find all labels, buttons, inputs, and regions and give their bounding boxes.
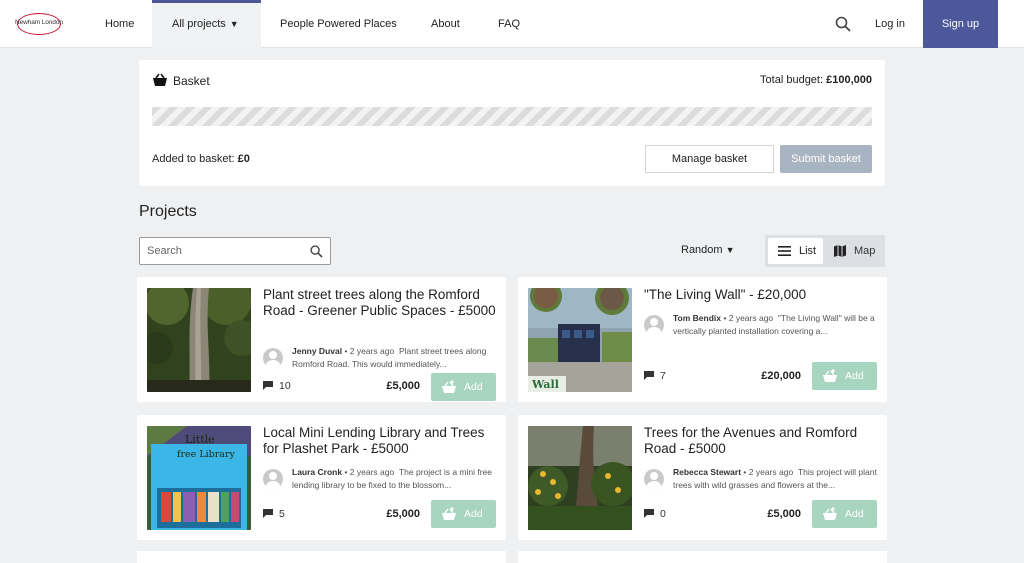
project-meta: Tom Bendix • 2 years ago "The Living Wal…	[673, 312, 881, 338]
search-icon[interactable]	[310, 245, 323, 258]
project-title[interactable]: "The Living Wall" - £20,000	[644, 287, 880, 303]
project-price: £20,000	[761, 370, 801, 382]
avatar	[644, 469, 664, 489]
submit-basket-button[interactable]: Submit basket	[780, 145, 872, 173]
add-basket-icon	[442, 507, 456, 520]
comment-icon	[263, 381, 273, 390]
avatar	[263, 348, 283, 368]
chevron-down-icon: ▼	[725, 245, 735, 255]
project-image	[147, 288, 251, 392]
basket-title: Basket	[173, 74, 210, 88]
project-title[interactable]: Plant street trees along the Romford Roa…	[263, 287, 499, 319]
newham-logo[interactable]: Newham London	[14, 11, 64, 37]
comment-count-value: 7	[660, 370, 666, 382]
project-meta: Laura Cronk • 2 years ago The project is…	[292, 466, 500, 492]
project-card-partial[interactable]	[518, 551, 887, 563]
comment-count: 0	[644, 508, 666, 520]
project-image	[528, 426, 632, 530]
map-icon	[834, 245, 846, 257]
add-label: Add	[464, 508, 483, 520]
project-title[interactable]: Local Mini Lending Library and Trees for…	[263, 425, 499, 457]
total-budget-label: Total budget:	[760, 74, 824, 86]
project-card-partial[interactable]	[137, 551, 506, 563]
add-basket-icon	[442, 380, 456, 393]
nav-all-projects-label: All projects	[172, 18, 226, 30]
comment-count-value: 5	[279, 508, 285, 520]
comment-icon	[644, 371, 654, 380]
image-library-text: free Library	[177, 449, 235, 460]
basket-icon	[153, 73, 167, 86]
added-label: Added to basket:	[152, 153, 235, 165]
view-map-label: Map	[854, 245, 876, 257]
nav-people-powered-places[interactable]: People Powered Places	[280, 0, 397, 48]
project-card[interactable]: Wall "The Living Wall" - £20,000 Tom Ben…	[518, 277, 887, 402]
sort-dropdown[interactable]: Random ▼	[681, 244, 735, 256]
search-input[interactable]	[147, 238, 297, 264]
basket-panel: Basket Total budget: £100,000 Added to b…	[139, 60, 885, 186]
added-value: £0	[237, 153, 250, 165]
project-meta: Jenny Duval • 2 years ago Plant street t…	[292, 345, 500, 371]
view-toggle: List Map	[765, 235, 885, 267]
comment-count: 5	[263, 508, 285, 520]
project-card[interactable]: Little free Library Local Mini Lending L…	[137, 415, 506, 540]
signup-button[interactable]: Sign up	[923, 0, 998, 48]
budget-progress-bar	[152, 107, 872, 126]
project-time: 2 years ago	[728, 313, 774, 323]
project-price: £5,000	[767, 508, 801, 520]
comment-icon	[644, 509, 654, 518]
project-card[interactable]: Trees for the Avenues and Romford Road -…	[518, 415, 887, 540]
avatar	[263, 469, 283, 489]
image-wall-text: Wall	[532, 378, 559, 391]
top-navigation-bar: Newham London Home All projects ▼ People …	[0, 0, 1024, 48]
manage-basket-button[interactable]: Manage basket	[645, 145, 774, 173]
comment-count: 10	[263, 380, 291, 392]
project-author[interactable]: Rebecca Stewart	[673, 467, 741, 477]
list-icon	[778, 246, 791, 256]
chevron-down-icon: ▼	[229, 19, 239, 29]
project-meta: Rebecca Stewart • 2 years ago This proje…	[673, 466, 881, 492]
nav-home[interactable]: Home	[105, 0, 134, 48]
project-title[interactable]: Trees for the Avenues and Romford Road -…	[644, 425, 880, 457]
nav-all-projects[interactable]: All projects ▼	[152, 0, 261, 48]
logo-text: Newham London	[15, 19, 63, 26]
view-list-button[interactable]: List	[768, 238, 823, 264]
project-price: £5,000	[386, 380, 420, 392]
add-label: Add	[845, 508, 864, 520]
avatar	[644, 315, 664, 335]
total-budget: Total budget: £100,000	[760, 74, 872, 86]
add-to-basket-button[interactable]: Add	[812, 500, 877, 528]
comment-count-value: 10	[279, 380, 291, 392]
add-basket-icon	[823, 369, 837, 382]
add-to-basket-button[interactable]: Add	[431, 373, 496, 401]
view-list-label: List	[799, 245, 817, 257]
project-author[interactable]: Tom Bendix	[673, 313, 721, 323]
project-time: 2 years ago	[349, 467, 395, 477]
view-map-button[interactable]: Map	[829, 238, 882, 264]
added-to-basket: Added to basket: £0	[152, 153, 250, 165]
project-search-box	[139, 237, 331, 265]
sort-label: Random	[681, 244, 723, 256]
login-link[interactable]: Log in	[875, 0, 905, 48]
project-author[interactable]: Laura Cronk	[292, 467, 342, 477]
project-time: 2 years ago	[748, 467, 794, 477]
add-to-basket-button[interactable]: Add	[812, 362, 877, 390]
image-little-text: Little	[185, 433, 215, 446]
project-image	[528, 288, 632, 392]
add-label: Add	[845, 370, 864, 382]
project-author[interactable]: Jenny Duval	[292, 346, 342, 356]
comment-count: 7	[644, 370, 666, 382]
add-to-basket-button[interactable]: Add	[431, 500, 496, 528]
project-price: £5,000	[386, 508, 420, 520]
comment-count-value: 0	[660, 508, 666, 520]
add-basket-icon	[823, 507, 837, 520]
project-time: 2 years ago	[349, 346, 395, 356]
projects-heading: Projects	[139, 203, 197, 220]
add-label: Add	[464, 381, 483, 393]
nav-about[interactable]: About	[431, 0, 460, 48]
search-icon[interactable]	[835, 16, 851, 32]
total-budget-value: £100,000	[826, 74, 872, 86]
project-card[interactable]: Plant street trees along the Romford Roa…	[137, 277, 506, 402]
comment-icon	[263, 509, 273, 518]
nav-faq[interactable]: FAQ	[498, 0, 520, 48]
